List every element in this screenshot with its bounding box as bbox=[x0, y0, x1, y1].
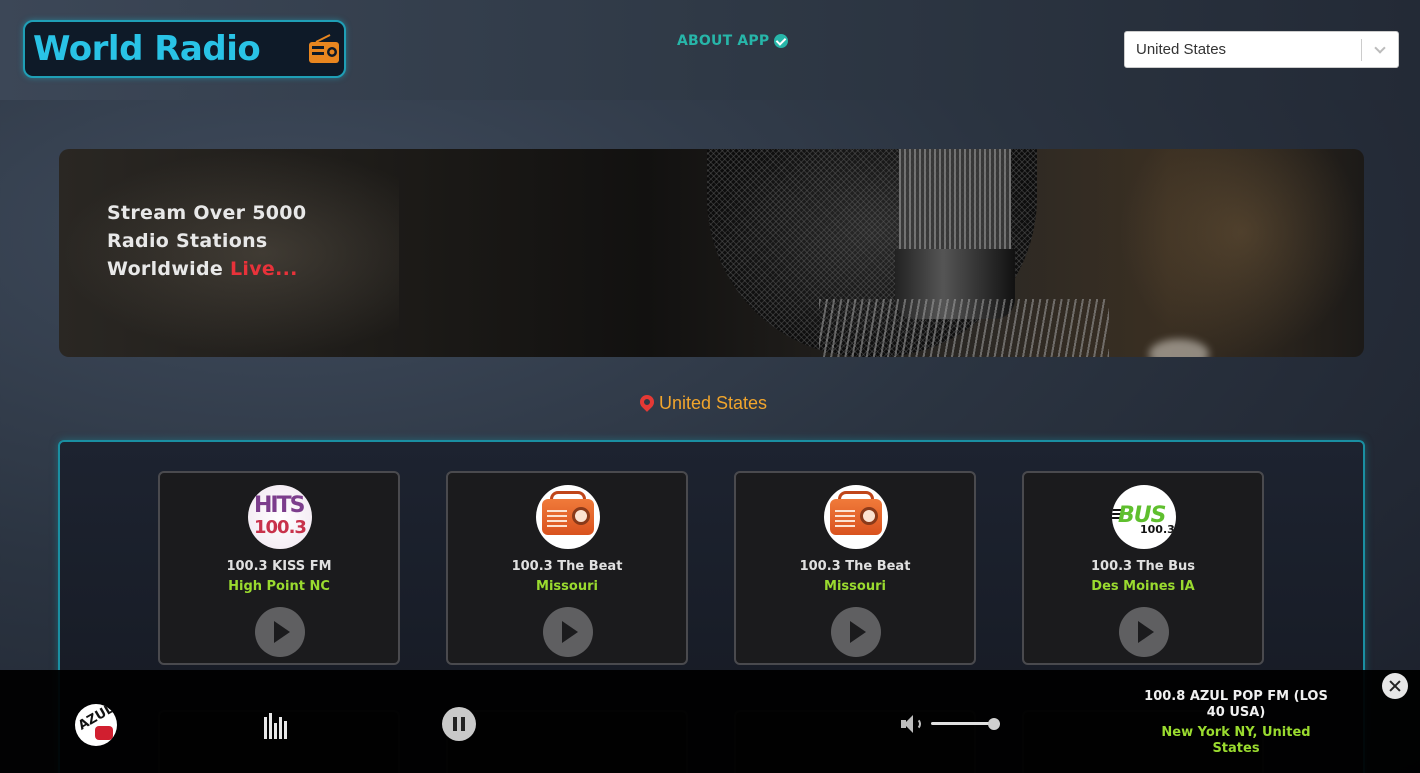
now-playing-title: 100.8 AZUL POP FM (LOS 40 USA) bbox=[1144, 689, 1328, 720]
station-card[interactable]: HITS 100.3 100.3 KISS FM High Point NC bbox=[158, 471, 400, 665]
play-icon[interactable] bbox=[831, 607, 881, 657]
hero-line-3-prefix: Worldwide bbox=[107, 258, 230, 280]
hits-100-3-logo: HITS 100.3 bbox=[248, 485, 312, 549]
station-location: Des Moines IA bbox=[1091, 579, 1195, 594]
radio-icon bbox=[309, 34, 339, 63]
play-icon[interactable] bbox=[543, 607, 593, 657]
station-name: 100.3 The Bus bbox=[1090, 559, 1195, 574]
chevron-down-icon[interactable] bbox=[1362, 32, 1398, 68]
hero-headline: Stream Over 5000 Radio Stations Worldwid… bbox=[107, 199, 306, 283]
top-header: World Radio ABOUT APP United States bbox=[0, 0, 1420, 100]
app-logo-text: World Radio bbox=[33, 29, 261, 69]
about-app-link[interactable]: ABOUT APP bbox=[677, 31, 789, 51]
hero-banner: Stream Over 5000 Radio Stations Worldwid… bbox=[59, 149, 1364, 357]
station-name: 100.3 KISS FM bbox=[226, 559, 332, 574]
location-heading: United States bbox=[637, 391, 768, 415]
play-icon[interactable] bbox=[1119, 607, 1169, 657]
pause-button[interactable] bbox=[442, 707, 476, 741]
station-location: High Point NC bbox=[228, 579, 330, 594]
audio-player-bar: AZUL bbox=[0, 670, 1420, 773]
check-circle-icon bbox=[774, 34, 789, 48]
country-select[interactable]: United States bbox=[1124, 31, 1399, 68]
station-card[interactable]: 100.3 The Beat Missouri bbox=[734, 471, 976, 665]
now-playing-avatar: AZUL bbox=[75, 704, 117, 746]
station-card[interactable]: 100.3 The Beat Missouri bbox=[446, 471, 688, 665]
play-icon[interactable] bbox=[255, 607, 305, 657]
now-playing-location: New York NY, United States bbox=[1161, 725, 1311, 756]
about-app-label: ABOUT APP bbox=[677, 33, 770, 49]
app-logo[interactable]: World Radio bbox=[23, 20, 346, 78]
volume-slider-handle[interactable] bbox=[987, 718, 1000, 730]
station-name: 100.3 The Beat bbox=[511, 559, 623, 574]
hero-live-highlight: Live... bbox=[229, 258, 298, 280]
radio-icon bbox=[824, 485, 888, 549]
station-location: Missouri bbox=[536, 579, 598, 594]
hero-line-1: Stream Over 5000 bbox=[107, 202, 307, 224]
map-pin-icon bbox=[637, 391, 657, 412]
radio-icon bbox=[536, 485, 600, 549]
close-player-button[interactable] bbox=[1382, 673, 1408, 699]
the-bus-logo: BUS 100.3 bbox=[1112, 485, 1176, 549]
station-card[interactable]: BUS 100.3 100.3 The Bus Des Moines IA bbox=[1022, 471, 1264, 665]
hero-line-2: Radio Stations bbox=[107, 230, 268, 252]
station-name: 100.3 The Beat bbox=[799, 559, 911, 574]
hero-line-3: Worldwide Live... bbox=[107, 255, 306, 283]
volume-icon[interactable] bbox=[901, 714, 923, 734]
location-country: United States bbox=[659, 392, 768, 413]
country-select-value: United States bbox=[1136, 41, 1227, 58]
equalizer-icon bbox=[264, 713, 288, 739]
station-location: Missouri bbox=[824, 579, 886, 594]
